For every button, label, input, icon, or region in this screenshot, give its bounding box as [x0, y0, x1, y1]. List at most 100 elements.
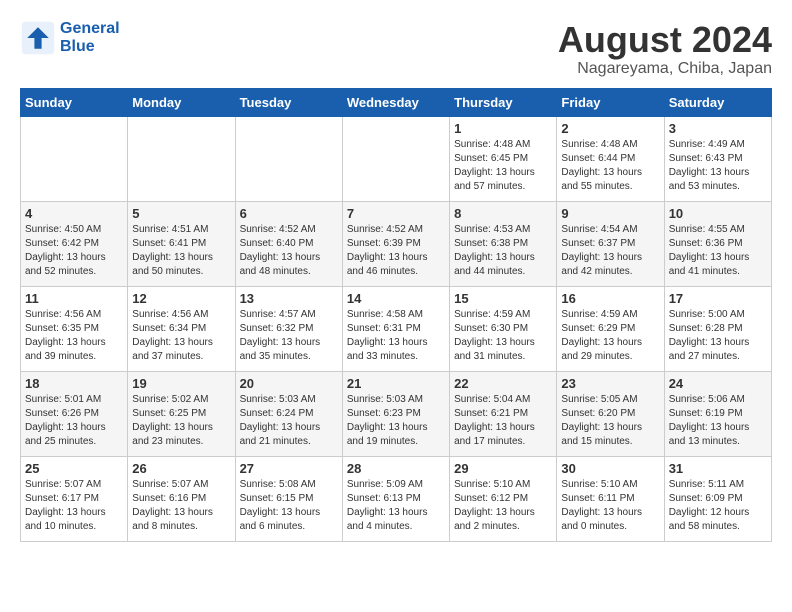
day-number: 29 — [454, 461, 552, 476]
day-info: Sunrise: 4:50 AM Sunset: 6:42 PM Dayligh… — [25, 223, 123, 279]
day-info: Sunrise: 5:07 AM Sunset: 6:16 PM Dayligh… — [132, 478, 230, 534]
weekday-header-cell: Saturday — [664, 88, 771, 116]
weekday-header-cell: Sunday — [21, 88, 128, 116]
calendar-day-cell: 25Sunrise: 5:07 AM Sunset: 6:17 PM Dayli… — [21, 456, 128, 541]
location: Nagareyama, Chiba, Japan — [558, 60, 772, 78]
day-info: Sunrise: 5:11 AM Sunset: 6:09 PM Dayligh… — [669, 478, 767, 534]
title-area: August 2024 Nagareyama, Chiba, Japan — [558, 20, 772, 78]
weekday-header-cell: Thursday — [450, 88, 557, 116]
calendar-day-cell: 8 Sunrise: 4:53 AM Sunset: 6:38 PM Daylig… — [450, 201, 557, 286]
day-number: 14 — [347, 291, 445, 306]
day-info: Sunrise: 5:10 AM Sunset: 6:11 PM Dayligh… — [561, 478, 659, 534]
day-number: 11 — [25, 291, 123, 306]
logo-icon — [20, 20, 56, 56]
calendar-day-cell — [235, 116, 342, 201]
day-info: Sunrise: 5:08 AM Sunset: 6:15 PM Dayligh… — [240, 478, 338, 534]
day-number: 16 — [561, 291, 659, 306]
day-info: Sunrise: 4:55 AM Sunset: 6:36 PM Dayligh… — [669, 223, 767, 279]
calendar-day-cell: 11Sunrise: 4:56 AM Sunset: 6:35 PM Dayli… — [21, 286, 128, 371]
calendar-day-cell: 4 Sunrise: 4:50 AM Sunset: 6:42 PM Daylig… — [21, 201, 128, 286]
day-number: 5 — [132, 206, 230, 221]
calendar-day-cell: 3Sunrise: 4:49 AM Sunset: 6:43 PM Daylig… — [664, 116, 771, 201]
day-number: 17 — [669, 291, 767, 306]
calendar-day-cell: 30 Sunrise: 5:10 AM Sunset: 6:11 PM Dayli… — [557, 456, 664, 541]
day-info: Sunrise: 4:53 AM Sunset: 6:38 PM Dayligh… — [454, 223, 552, 279]
day-info: Sunrise: 5:04 AM Sunset: 6:21 PM Dayligh… — [454, 393, 552, 449]
day-info: Sunrise: 4:48 AM Sunset: 6:45 PM Dayligh… — [454, 138, 552, 194]
day-number: 23 — [561, 376, 659, 391]
day-info: Sunrise: 5:03 AM Sunset: 6:23 PM Dayligh… — [347, 393, 445, 449]
calendar-day-cell: 18Sunrise: 5:01 AM Sunset: 6:26 PM Dayli… — [21, 371, 128, 456]
day-number: 2 — [561, 121, 659, 136]
day-info: Sunrise: 5:00 AM Sunset: 6:28 PM Dayligh… — [669, 308, 767, 364]
day-info: Sunrise: 4:48 AM Sunset: 6:44 PM Dayligh… — [561, 138, 659, 194]
calendar-day-cell: 31 Sunrise: 5:11 AM Sunset: 6:09 PM Dayli… — [664, 456, 771, 541]
calendar-day-cell: 15 Sunrise: 4:59 AM Sunset: 6:30 PM Dayli… — [450, 286, 557, 371]
calendar-day-cell — [128, 116, 235, 201]
day-info: Sunrise: 5:07 AM Sunset: 6:17 PM Dayligh… — [25, 478, 123, 534]
calendar-day-cell: 28 Sunrise: 5:09 AM Sunset: 6:13 PM Dayli… — [342, 456, 449, 541]
day-number: 7 — [347, 206, 445, 221]
day-number: 1 — [454, 121, 552, 136]
day-number: 8 — [454, 206, 552, 221]
calendar-day-cell: 10 Sunrise: 4:55 AM Sunset: 6:36 PM Dayli… — [664, 201, 771, 286]
day-info: Sunrise: 5:01 AM Sunset: 6:26 PM Dayligh… — [25, 393, 123, 449]
weekday-header-cell: Monday — [128, 88, 235, 116]
day-info: Sunrise: 5:02 AM Sunset: 6:25 PM Dayligh… — [132, 393, 230, 449]
day-number: 4 — [25, 206, 123, 221]
logo: General Blue — [20, 20, 120, 56]
calendar-day-cell: 17 Sunrise: 5:00 AM Sunset: 6:28 PM Dayli… — [664, 286, 771, 371]
day-info: Sunrise: 4:54 AM Sunset: 6:37 PM Dayligh… — [561, 223, 659, 279]
day-info: Sunrise: 5:06 AM Sunset: 6:19 PM Dayligh… — [669, 393, 767, 449]
day-info: Sunrise: 5:05 AM Sunset: 6:20 PM Dayligh… — [561, 393, 659, 449]
calendar-day-cell: 2 Sunrise: 4:48 AM Sunset: 6:44 PM Daylig… — [557, 116, 664, 201]
calendar-day-cell: 14Sunrise: 4:58 AM Sunset: 6:31 PM Dayli… — [342, 286, 449, 371]
calendar-week-row: 18Sunrise: 5:01 AM Sunset: 6:26 PM Dayli… — [21, 371, 772, 456]
day-number: 13 — [240, 291, 338, 306]
day-number: 9 — [561, 206, 659, 221]
day-number: 15 — [454, 291, 552, 306]
day-number: 31 — [669, 461, 767, 476]
day-number: 30 — [561, 461, 659, 476]
calendar-body: 1 Sunrise: 4:48 AM Sunset: 6:45 PM Daylig… — [21, 116, 772, 541]
logo-text: General Blue — [60, 20, 120, 56]
calendar-day-cell: 19 Sunrise: 5:02 AM Sunset: 6:25 PM Dayli… — [128, 371, 235, 456]
day-number: 26 — [132, 461, 230, 476]
calendar-day-cell: 27Sunrise: 5:08 AM Sunset: 6:15 PM Dayli… — [235, 456, 342, 541]
calendar-day-cell: 16 Sunrise: 4:59 AM Sunset: 6:29 PM Dayli… — [557, 286, 664, 371]
day-info: Sunrise: 4:59 AM Sunset: 6:29 PM Dayligh… — [561, 308, 659, 364]
weekday-header-cell: Wednesday — [342, 88, 449, 116]
weekday-header-cell: Friday — [557, 88, 664, 116]
day-info: Sunrise: 5:03 AM Sunset: 6:24 PM Dayligh… — [240, 393, 338, 449]
calendar-day-cell — [342, 116, 449, 201]
month-year: August 2024 — [558, 20, 772, 60]
day-number: 6 — [240, 206, 338, 221]
calendar-week-row: 4 Sunrise: 4:50 AM Sunset: 6:42 PM Daylig… — [21, 201, 772, 286]
calendar-week-row: 25Sunrise: 5:07 AM Sunset: 6:17 PM Dayli… — [21, 456, 772, 541]
day-number: 22 — [454, 376, 552, 391]
weekday-header-row: SundayMondayTuesdayWednesdayThursdayFrid… — [21, 88, 772, 116]
calendar-day-cell: 1 Sunrise: 4:48 AM Sunset: 6:45 PM Daylig… — [450, 116, 557, 201]
page-header: General Blue August 2024 Nagareyama, Chi… — [20, 20, 772, 78]
day-number: 28 — [347, 461, 445, 476]
calendar-table: SundayMondayTuesdayWednesdayThursdayFrid… — [20, 88, 772, 542]
calendar-day-cell: 21Sunrise: 5:03 AM Sunset: 6:23 PM Dayli… — [342, 371, 449, 456]
day-info: Sunrise: 4:52 AM Sunset: 6:40 PM Dayligh… — [240, 223, 338, 279]
calendar-day-cell: 13 Sunrise: 4:57 AM Sunset: 6:32 PM Dayli… — [235, 286, 342, 371]
day-number: 10 — [669, 206, 767, 221]
calendar-week-row: 1 Sunrise: 4:48 AM Sunset: 6:45 PM Daylig… — [21, 116, 772, 201]
calendar-day-cell: 23 Sunrise: 5:05 AM Sunset: 6:20 PM Dayli… — [557, 371, 664, 456]
calendar-day-cell: 24 Sunrise: 5:06 AM Sunset: 6:19 PM Dayli… — [664, 371, 771, 456]
day-info: Sunrise: 4:57 AM Sunset: 6:32 PM Dayligh… — [240, 308, 338, 364]
calendar-day-cell: 20Sunrise: 5:03 AM Sunset: 6:24 PM Dayli… — [235, 371, 342, 456]
calendar-day-cell: 7Sunrise: 4:52 AM Sunset: 6:39 PM Daylig… — [342, 201, 449, 286]
day-info: Sunrise: 5:09 AM Sunset: 6:13 PM Dayligh… — [347, 478, 445, 534]
day-info: Sunrise: 4:56 AM Sunset: 6:34 PM Dayligh… — [132, 308, 230, 364]
calendar-week-row: 11Sunrise: 4:56 AM Sunset: 6:35 PM Dayli… — [21, 286, 772, 371]
day-number: 19 — [132, 376, 230, 391]
day-number: 12 — [132, 291, 230, 306]
day-info: Sunrise: 4:59 AM Sunset: 6:30 PM Dayligh… — [454, 308, 552, 364]
calendar-day-cell: 6 Sunrise: 4:52 AM Sunset: 6:40 PM Daylig… — [235, 201, 342, 286]
day-number: 24 — [669, 376, 767, 391]
day-info: Sunrise: 5:10 AM Sunset: 6:12 PM Dayligh… — [454, 478, 552, 534]
